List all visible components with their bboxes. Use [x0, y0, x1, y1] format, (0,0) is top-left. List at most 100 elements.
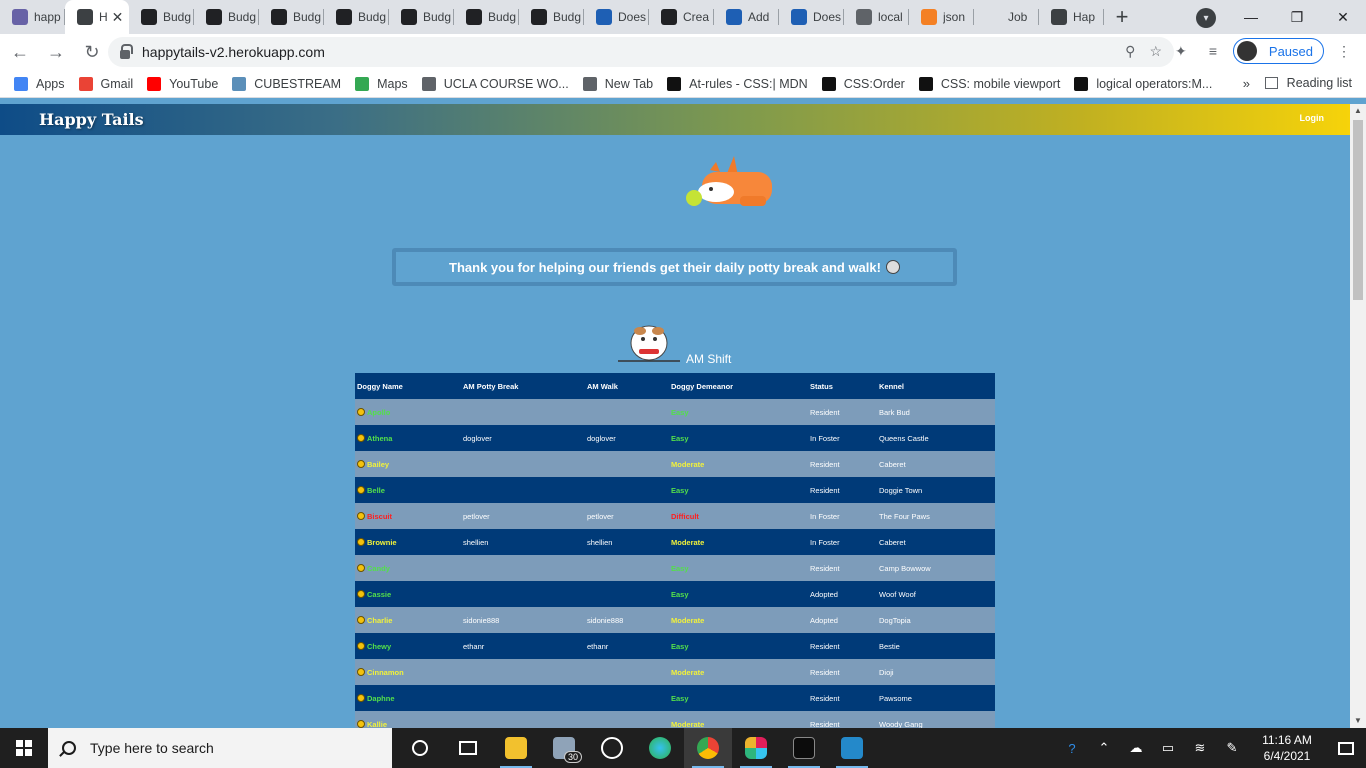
reading-list-button[interactable]: Reading list — [1264, 76, 1352, 90]
browser-tab[interactable]: happ — [0, 0, 65, 34]
taskbar-clock[interactable]: 11:16 AM 6/4/2021 — [1248, 732, 1326, 764]
bookmark-item[interactable]: Gmail — [78, 76, 133, 91]
potty-break-cell[interactable] — [461, 451, 585, 477]
walk-cell[interactable]: petlover — [585, 503, 669, 529]
browser-tab[interactable]: Budg — [324, 0, 389, 34]
browser-tab[interactable]: Job — [974, 0, 1039, 34]
taskbar-search[interactable]: Type here to search — [48, 728, 392, 768]
bookmark-item[interactable]: CSS:Order — [821, 76, 905, 91]
browser-tab[interactable]: Hap — [1039, 0, 1104, 34]
help-icon[interactable]: ? — [1056, 728, 1088, 768]
bookmarks-more-button[interactable]: » — [1243, 76, 1250, 91]
store-button[interactable] — [588, 728, 636, 768]
walk-cell[interactable] — [585, 659, 669, 685]
potty-break-cell[interactable] — [461, 477, 585, 503]
bookmark-item[interactable]: Maps — [355, 76, 408, 91]
potty-break-cell[interactable] — [461, 399, 585, 425]
chevron-up-icon[interactable]: ⌃ — [1088, 728, 1120, 768]
battery-icon[interactable]: ▭ — [1152, 728, 1184, 768]
potty-break-cell[interactable]: doglover — [461, 425, 585, 451]
walk-cell[interactable]: shellien — [585, 529, 669, 555]
mail-button[interactable]: 30 — [540, 728, 588, 768]
close-tab-icon[interactable]: ✕ — [112, 9, 124, 26]
close-window-icon[interactable]: ✕ — [1320, 0, 1366, 34]
profile-paused-button[interactable]: Paused — [1232, 38, 1324, 64]
new-tab-button[interactable]: + — [1104, 0, 1140, 34]
terminal-button[interactable] — [780, 728, 828, 768]
page-scrollbar[interactable]: ▲ ▼ — [1350, 104, 1366, 728]
bookmark-item[interactable]: At-rules - CSS:| MDN — [667, 76, 808, 91]
potty-break-cell[interactable] — [461, 659, 585, 685]
scroll-up-arrow-icon[interactable]: ▲ — [1350, 104, 1366, 118]
walk-cell[interactable]: sidonie888 — [585, 607, 669, 633]
walk-cell[interactable] — [585, 451, 669, 477]
potty-break-cell[interactable] — [461, 555, 585, 581]
browser-tab[interactable]: Crea — [649, 0, 714, 34]
walk-cell[interactable] — [585, 477, 669, 503]
media-queue-icon[interactable]: ≡ — [1201, 39, 1225, 63]
lock-icon[interactable] — [120, 43, 133, 59]
pen-icon[interactable]: ✎ — [1216, 728, 1248, 768]
bookmark-item[interactable]: Apps — [14, 76, 65, 91]
login-link[interactable]: Login — [1300, 113, 1325, 123]
walk-cell[interactable] — [585, 399, 669, 425]
bookmark-item[interactable]: New Tab — [582, 76, 653, 91]
zoom-icon[interactable]: ⚲ — [1125, 43, 1135, 60]
browser-tab[interactable]: Does — [584, 0, 649, 34]
bookmark-item[interactable]: logical operators:M... — [1074, 76, 1212, 91]
browser-tab[interactable]: json — [909, 0, 974, 34]
menu-kebab-icon[interactable]: ⋮ — [1332, 39, 1356, 63]
tab-search-icon[interactable]: ▾ — [1196, 8, 1216, 28]
browser-tab[interactable]: Budg — [259, 0, 324, 34]
bookmark-star-icon[interactable]: ☆ — [1149, 43, 1162, 60]
bookmark-item[interactable]: CUBESTREAM — [232, 76, 341, 91]
browser-tab[interactable]: local — [844, 0, 909, 34]
site-brand[interactable]: Happy Tails — [39, 110, 144, 129]
address-bar[interactable]: happytails-v2.herokuapp.com ⚲ ☆ — [108, 37, 1174, 67]
walk-cell[interactable]: doglover — [585, 425, 669, 451]
vscode-button[interactable] — [828, 728, 876, 768]
browser-tab[interactable]: Budg — [129, 0, 194, 34]
file-explorer-button[interactable] — [492, 728, 540, 768]
potty-break-cell[interactable]: shellien — [461, 529, 585, 555]
potty-break-cell[interactable]: ethanr — [461, 633, 585, 659]
potty-break-cell[interactable]: petlover — [461, 503, 585, 529]
kennel-cell-text: Bark Bud — [879, 407, 910, 417]
browser-tab[interactable]: H ✕ — [65, 0, 129, 34]
scroll-thumb[interactable] — [1353, 120, 1363, 300]
browser-tab[interactable]: Does — [779, 0, 844, 34]
walk-cell[interactable] — [585, 555, 669, 581]
walk-cell[interactable]: ethanr — [585, 633, 669, 659]
forward-icon[interactable]: → — [40, 36, 72, 68]
potty-break-cell[interactable] — [461, 711, 585, 728]
back-icon[interactable]: ← — [4, 36, 36, 68]
slack-button[interactable] — [732, 728, 780, 768]
walk-cell[interactable] — [585, 685, 669, 711]
restore-icon[interactable]: ❐ — [1274, 0, 1320, 34]
onedrive-cloud-icon[interactable]: ☁ — [1120, 728, 1152, 768]
extensions-icon[interactable]: ✦ — [1169, 39, 1193, 63]
edge-button[interactable] — [636, 728, 684, 768]
cortana-button[interactable] — [396, 728, 444, 768]
task-view-button[interactable] — [444, 728, 492, 768]
potty-break-cell[interactable] — [461, 685, 585, 711]
bookmark-item[interactable]: UCLA COURSE WO... — [421, 76, 569, 91]
wifi-icon[interactable]: ≋ — [1184, 728, 1216, 768]
browser-tab[interactable]: Budg — [454, 0, 519, 34]
potty-break-cell[interactable]: sidonie888 — [461, 607, 585, 633]
walk-cell[interactable] — [585, 711, 669, 728]
start-button[interactable] — [0, 728, 48, 768]
scroll-down-arrow-icon[interactable]: ▼ — [1350, 714, 1366, 728]
browser-tab[interactable]: Budg — [389, 0, 454, 34]
bookmark-item[interactable]: CSS: mobile viewport — [918, 76, 1060, 91]
browser-tab[interactable]: Budg — [194, 0, 259, 34]
bookmark-item[interactable]: YouTube — [147, 76, 218, 91]
browser-tab[interactable]: Budg — [519, 0, 584, 34]
chrome-button[interactable] — [684, 728, 732, 768]
browser-tab[interactable]: Add — [714, 0, 779, 34]
minimize-icon[interactable]: — — [1228, 0, 1274, 34]
walk-cell[interactable] — [585, 581, 669, 607]
notifications-button[interactable] — [1326, 728, 1366, 768]
reload-icon[interactable]: ↻ — [76, 36, 108, 68]
potty-break-cell[interactable] — [461, 581, 585, 607]
